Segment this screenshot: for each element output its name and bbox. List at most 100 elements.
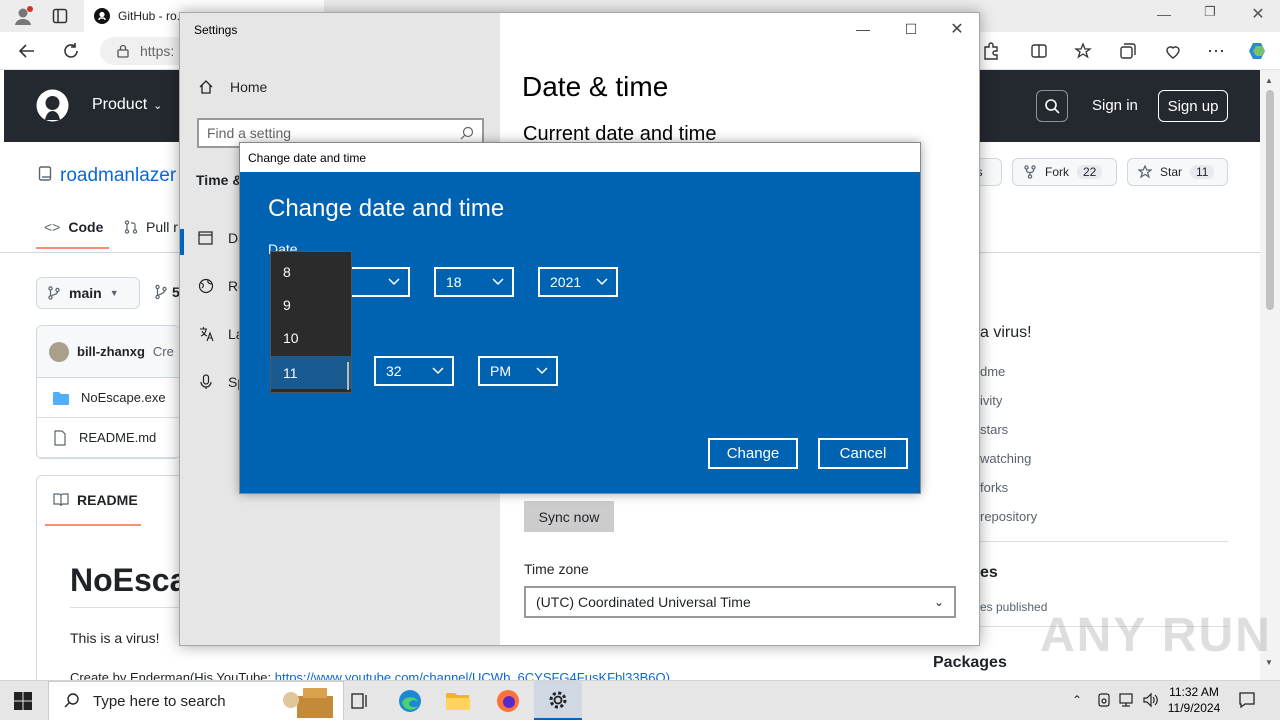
taskbar-clock[interactable]: 11:32 AM 11/9/2024 xyxy=(1160,684,1228,716)
file-row[interactable]: README.md xyxy=(37,418,180,458)
scrollbar-thumb[interactable] xyxy=(1266,90,1274,310)
year-select[interactable]: 2021 xyxy=(538,267,618,297)
split-screen-icon[interactable] xyxy=(1024,36,1054,66)
lock-icon xyxy=(117,44,129,58)
volume-icon[interactable] xyxy=(1142,692,1160,708)
tab-code[interactable]: <> Code xyxy=(44,219,103,235)
branches-link[interactable]: 5 xyxy=(154,284,180,300)
dropdown-scrollbar[interactable] xyxy=(347,362,349,390)
file-explorer-icon[interactable] xyxy=(434,681,482,720)
settings-home[interactable]: Home xyxy=(198,79,267,95)
settings-title: Settings xyxy=(194,23,238,37)
microphone-icon xyxy=(200,374,212,389)
calendar-clock-icon xyxy=(198,231,213,245)
time-zone-select[interactable]: (UTC) Coordinated Universal Time ⌄ xyxy=(524,586,956,618)
nav-product[interactable]: Product ⌄ xyxy=(92,96,162,114)
settings-app-icon[interactable] xyxy=(534,681,582,720)
repo-owner-link[interactable]: roadmanlazer xyxy=(60,165,176,187)
settings-minimize-button[interactable]: — xyxy=(840,13,886,45)
windows-start-icon[interactable] xyxy=(14,692,32,710)
sidebar-link-report[interactable]: repository xyxy=(980,509,1037,524)
hour-option-selected[interactable]: 11 xyxy=(271,356,351,389)
browser-tab-title: GitHub - ro... xyxy=(118,9,187,23)
packages-heading[interactable]: Packages xyxy=(933,654,1007,672)
chevron-down-icon xyxy=(432,367,444,375)
commit-message[interactable]: Cre xyxy=(153,344,174,359)
time-zone-label: Time zone xyxy=(524,561,589,577)
back-arrow-icon[interactable] xyxy=(12,36,42,66)
cancel-button[interactable]: Cancel xyxy=(818,438,908,469)
refresh-icon[interactable] xyxy=(56,36,86,66)
browser-restore-button[interactable]: ❐ xyxy=(1200,4,1220,26)
copilot-icon[interactable] xyxy=(1243,36,1273,66)
hour-option[interactable]: 9 xyxy=(271,288,351,321)
scroll-up-icon[interactable]: ▲ xyxy=(1265,76,1273,85)
browser-essentials-icon[interactable] xyxy=(1158,36,1188,66)
task-view-icon[interactable] xyxy=(336,681,384,720)
tab-code-underline xyxy=(36,247,109,249)
change-button[interactable]: Change xyxy=(708,438,798,469)
network-icon[interactable] xyxy=(1118,692,1136,708)
minute-select[interactable]: 32 xyxy=(374,356,454,386)
github-search-button[interactable] xyxy=(1036,90,1068,122)
dialog-title-bar: Change date and time xyxy=(240,143,920,172)
settings-close-button[interactable]: ✕ xyxy=(934,13,980,45)
collections-icon[interactable] xyxy=(1113,36,1143,66)
edge-icon[interactable] xyxy=(386,681,434,720)
taskbar-search-box[interactable]: Type here to search xyxy=(48,681,344,720)
profile-avatar-icon[interactable] xyxy=(12,5,34,27)
page-scrollbar[interactable]: ▲ ▼ xyxy=(1260,70,1280,680)
branch-select[interactable]: main ▼ xyxy=(36,277,140,309)
readme-tab[interactable]: README xyxy=(53,492,138,508)
firefox-icon[interactable] xyxy=(484,681,532,720)
settings-maximize-button[interactable]: ☐ xyxy=(888,13,934,45)
dialog-heading: Change date and time xyxy=(268,195,505,222)
file-name[interactable]: README.md xyxy=(79,430,156,445)
tray-device-icon[interactable] xyxy=(1096,692,1112,708)
hour-dropdown-list[interactable]: 8 9 10 11 xyxy=(270,251,352,393)
about-sidebar: a virus! dme ivity stars watching forks … xyxy=(908,150,1260,680)
notifications-icon[interactable] xyxy=(1238,691,1256,709)
sidebar-link-activity[interactable]: ivity xyxy=(980,393,1002,408)
sync-now-button[interactable]: Sync now xyxy=(524,501,614,532)
tab-pull-requests[interactable]: Pull r xyxy=(124,219,178,235)
commit-author[interactable]: bill-zhanxg xyxy=(77,344,145,359)
home-icon xyxy=(199,80,213,94)
settings-home-label: Home xyxy=(230,79,268,95)
sidebar-link-stars[interactable]: stars xyxy=(980,422,1008,437)
settings-search-placeholder: Find a setting xyxy=(207,125,292,141)
sign-up-button[interactable]: Sign up xyxy=(1158,90,1228,122)
releases-heading[interactable]: es xyxy=(980,564,998,582)
favorites-icon[interactable] xyxy=(1068,36,1098,66)
time-zone-value: (UTC) Coordinated Universal Time xyxy=(536,594,751,610)
tab-actions-icon[interactable] xyxy=(52,8,68,24)
taskbar: Type here to search ⌃ 11:32 AM 11/9/2024 xyxy=(0,680,1280,720)
hour-option[interactable]: 8 xyxy=(271,255,351,288)
readme-panel: README NoEscap This is a virus! Create b… xyxy=(36,475,670,685)
browser-minimize-button[interactable]: — xyxy=(1146,6,1182,26)
file-row[interactable]: NoEscape.exe xyxy=(37,378,180,418)
avatar[interactable] xyxy=(49,341,69,362)
sidebar-link-forks[interactable]: forks xyxy=(980,480,1008,495)
ampm-value: PM xyxy=(490,363,511,379)
sidebar-link-readme[interactable]: dme xyxy=(980,364,1005,379)
day-select[interactable]: 18 xyxy=(434,267,514,297)
branch-icon xyxy=(48,286,60,300)
file-name[interactable]: NoEscape.exe xyxy=(81,390,166,405)
search-icon xyxy=(64,693,79,708)
github-favicon-icon xyxy=(94,8,110,24)
sidebar-link-watching[interactable]: watching xyxy=(980,451,1031,466)
chevron-down-icon: ⌄ xyxy=(933,595,944,609)
hour-option[interactable]: 10 xyxy=(271,321,351,354)
settings-nav-language[interactable]: La xyxy=(198,326,244,342)
clock-time: 11:32 AM xyxy=(1169,685,1219,699)
more-menu-icon[interactable]: ⋯ xyxy=(1201,36,1231,66)
show-hidden-icons-chevron-icon[interactable]: ⌃ xyxy=(1072,693,1082,707)
sign-in-link[interactable]: Sign in xyxy=(1092,97,1138,114)
extensions-icon[interactable] xyxy=(976,36,1006,66)
github-logo-icon[interactable] xyxy=(36,89,69,122)
ampm-select[interactable]: PM xyxy=(478,356,558,386)
browser-close-button[interactable]: ✕ xyxy=(1246,4,1270,26)
clock-date: 11/9/2024 xyxy=(1167,701,1221,715)
tab-code-label: Code xyxy=(68,219,104,235)
